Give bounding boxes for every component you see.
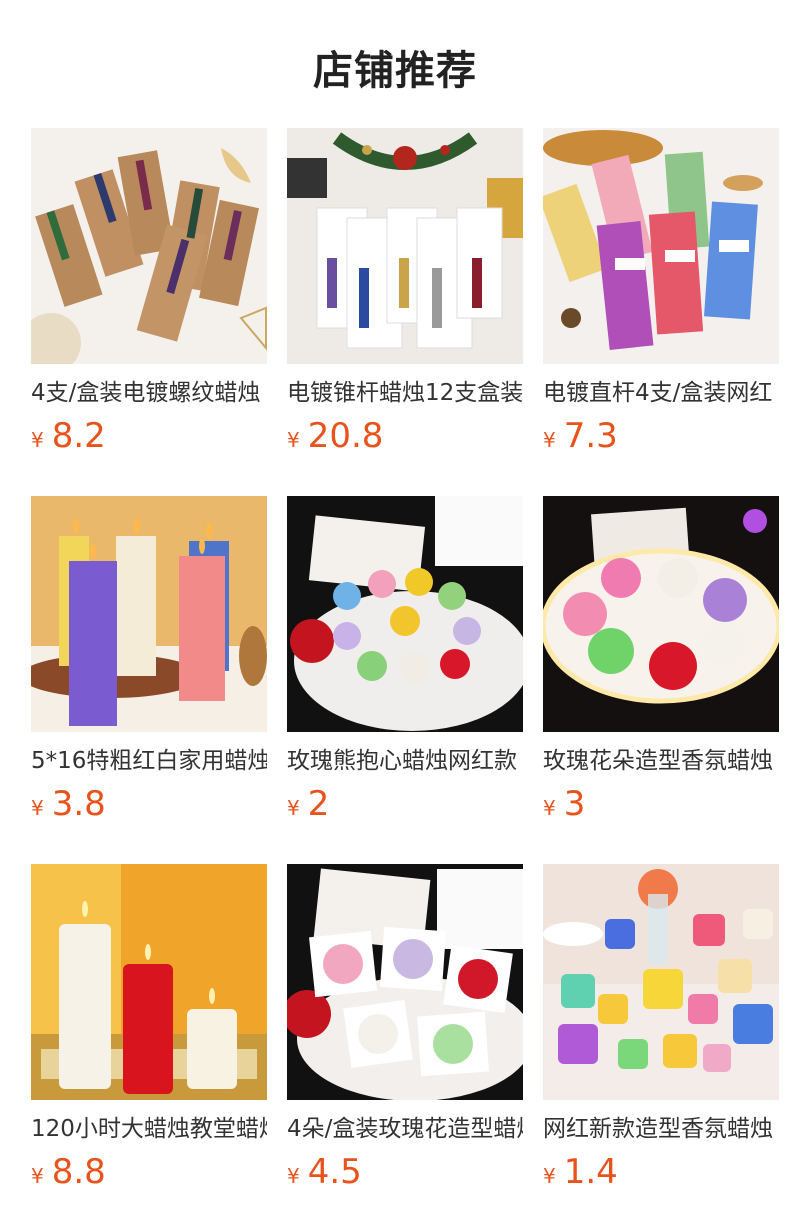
product-name[interactable]: 电镀锥杆蜡烛12支盒装 <box>287 378 523 408</box>
product-grid: 4支/盒装电镀螺纹蜡烛 ¥8.2 电镀锥杆蜡烛12支盒装 ¥ 20.8 电镀直杆… <box>31 128 779 1232</box>
product-image-pillar-candles-on-tray[interactable] <box>31 496 267 732</box>
currency-symbol: ¥ <box>543 796 556 820</box>
product-name[interactable]: 4朵/盒装玫瑰花造型蜡烛 <box>287 1114 523 1144</box>
product-name[interactable]: 电镀直杆4支/盒装网红 <box>543 378 779 408</box>
price-value: 3.8 <box>51 784 106 824</box>
product-name[interactable]: 网红新款造型香氛蜡烛 <box>543 1114 779 1144</box>
product-name[interactable]: 玫瑰花朵造型香氛蜡烛 <box>543 746 779 776</box>
product-price: ¥20.8 <box>287 416 523 456</box>
product-price: ¥3.8 <box>31 784 267 824</box>
currency-symbol: ¥ <box>31 1164 44 1188</box>
product-card[interactable]: 4朵/盒装玫瑰花造型蜡烛 ¥4.5 <box>287 864 523 1232</box>
product-card[interactable]: 玫瑰熊抱心蜡烛网红款 ¥2 <box>287 496 523 864</box>
price-value: 2 <box>307 784 330 824</box>
product-name[interactable]: 5*16特粗红白家用蜡烛 <box>31 746 267 776</box>
product-price: ¥2 <box>287 784 523 824</box>
page: 店铺推荐 4支/盒装电镀螺纹蜡烛 ¥ 8.2 电镀锥杆蜡烛12支盒装 ¥ 20.… <box>0 0 790 1232</box>
product-price: ¥1.4 <box>543 1152 779 1192</box>
product-name[interactable]: 玫瑰熊抱心蜡烛网红款 <box>287 746 523 776</box>
currency-symbol: ¥ <box>543 1164 556 1188</box>
price-value: 8.2 <box>51 416 106 456</box>
product-image-taper-candles-christmas-boxes[interactable] <box>287 128 523 364</box>
product-image-church-pillar-candles[interactable] <box>31 864 267 1100</box>
product-card[interactable]: 4支/盒装电镀螺纹蜡烛 ¥8.2 <box>31 128 267 496</box>
product-price: ¥8.2 <box>31 416 267 456</box>
product-image-bubble-cube-candles[interactable] <box>543 864 779 1100</box>
currency-symbol: ¥ <box>287 796 300 820</box>
product-price: ¥3 <box>543 784 779 824</box>
currency-symbol: ¥ <box>287 1164 300 1188</box>
price-value: 7.3 <box>563 416 618 456</box>
product-image-bear-candles-beautiful-flower[interactable] <box>287 496 523 732</box>
product-image-classic-taper-candle-packs[interactable] <box>543 128 779 364</box>
price-value: 4.5 <box>307 1152 362 1192</box>
currency-symbol: ¥ <box>31 796 44 820</box>
price-value: 8.8 <box>51 1152 106 1192</box>
product-card[interactable]: 电镀锥杆蜡烛12支盒装 ¥20.8 <box>287 128 523 496</box>
product-image-rose-candles-lit-plate[interactable] <box>543 496 779 732</box>
product-price: ¥4.5 <box>287 1152 523 1192</box>
product-name[interactable]: 4支/盒装电镀螺纹蜡烛 <box>31 378 267 408</box>
product-card[interactable]: 玫瑰花朵造型香氛蜡烛 ¥3 <box>543 496 779 864</box>
currency-symbol: ¥ <box>31 428 44 452</box>
product-card[interactable]: 5*16特粗红白家用蜡烛 ¥3.8 <box>31 496 267 864</box>
product-card[interactable]: 120小时大蜡烛教堂蜡烛 ¥8.8 <box>31 864 267 1232</box>
product-price: ¥8.8 <box>31 1152 267 1192</box>
page-title: 店铺推荐 <box>313 48 477 94</box>
product-image-rose-candle-gift-boxes[interactable] <box>287 864 523 1100</box>
product-card[interactable]: 网红新款造型香氛蜡烛 ¥1.4 <box>543 864 779 1232</box>
product-card[interactable]: 电镀直杆4支/盒装网红 ¥7.3 <box>543 128 779 496</box>
price-value: 1.4 <box>563 1152 618 1192</box>
currency-symbol: ¥ <box>543 428 556 452</box>
product-price: ¥7.3 <box>543 416 779 456</box>
currency-symbol: ¥ <box>287 428 300 452</box>
product-image-taper-candles-kraft-boxes[interactable] <box>31 128 267 364</box>
price-value: 3 <box>563 784 586 824</box>
product-name[interactable]: 120小时大蜡烛教堂蜡烛 <box>31 1114 267 1144</box>
price-value: 20.8 <box>307 416 384 456</box>
